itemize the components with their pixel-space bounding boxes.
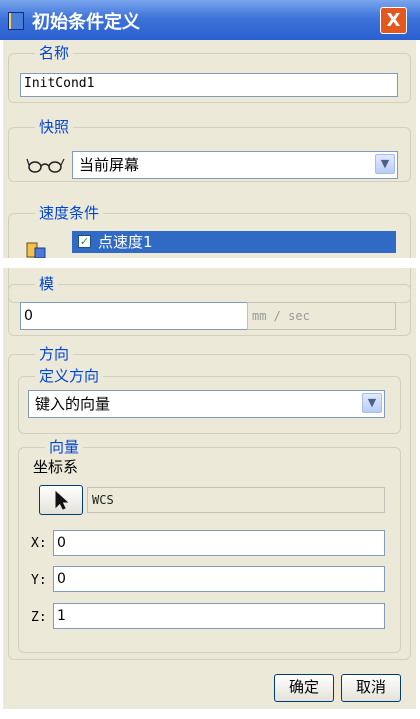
define-direction-select[interactable]: 键入的向量 ▼ bbox=[28, 390, 385, 418]
y-label: Y: bbox=[31, 573, 47, 588]
snapshot-select-value: 当前屏幕 bbox=[79, 156, 140, 174]
snapshot-legend: 快照 bbox=[35, 119, 74, 135]
x-label: X: bbox=[31, 536, 47, 551]
x-input[interactable]: 0 bbox=[53, 530, 385, 556]
title-bar[interactable]: 初始条件定义 X bbox=[0, 0, 420, 40]
velocity-legend: 速度条件 bbox=[35, 205, 104, 221]
define-direction-legend: 定义方向 bbox=[35, 368, 104, 384]
chevron-down-icon[interactable]: ▼ bbox=[375, 154, 395, 174]
screenshot-gap bbox=[0, 258, 420, 268]
dialog-body: 名称 InitCond1 快照 当前屏幕 ▼ 速度条件 ✓ 点速度1 模 0 m… bbox=[3, 40, 416, 709]
cancel-button[interactable]: 取消 bbox=[341, 674, 401, 702]
direction-legend: 方向 bbox=[35, 346, 74, 362]
define-direction-value: 键入的向量 bbox=[35, 395, 111, 413]
z-label: Z: bbox=[31, 610, 47, 625]
name-input[interactable]: InitCond1 bbox=[20, 73, 398, 97]
dialog-title: 初始条件定义 bbox=[32, 12, 140, 33]
select-csys-button[interactable] bbox=[39, 485, 83, 515]
close-button[interactable]: X bbox=[380, 7, 407, 34]
name-legend: 名称 bbox=[35, 45, 74, 61]
velocity-item-label: 点速度1 bbox=[98, 233, 153, 251]
chevron-down-icon[interactable]: ▼ bbox=[362, 393, 382, 413]
velocity-item-checkbox[interactable]: ✓ bbox=[78, 235, 91, 248]
magnitude-legend: 模 bbox=[35, 276, 59, 292]
y-input[interactable]: 0 bbox=[53, 566, 385, 592]
magnitude-input[interactable]: 0 bbox=[20, 302, 248, 330]
velocity-list-item[interactable]: ✓ 点速度1 bbox=[72, 231, 396, 253]
csys-field: WCS bbox=[87, 487, 385, 513]
vector-legend: 向量 bbox=[45, 439, 84, 455]
cursor-arrow-icon bbox=[55, 491, 69, 510]
glasses-icon bbox=[26, 158, 65, 173]
dialog-app-icon bbox=[8, 12, 24, 30]
csys-label: 坐标系 bbox=[33, 458, 79, 476]
snapshot-select[interactable]: 当前屏幕 ▼ bbox=[72, 151, 398, 179]
z-input[interactable]: 1 bbox=[53, 603, 385, 629]
magnitude-unit: mm / sec bbox=[247, 302, 396, 330]
dialog-window: 初始条件定义 X 名称 InitCond1 快照 当前屏幕 ▼ 速度条件 ✓ 点… bbox=[0, 0, 420, 719]
ok-button[interactable]: 确定 bbox=[274, 674, 334, 702]
